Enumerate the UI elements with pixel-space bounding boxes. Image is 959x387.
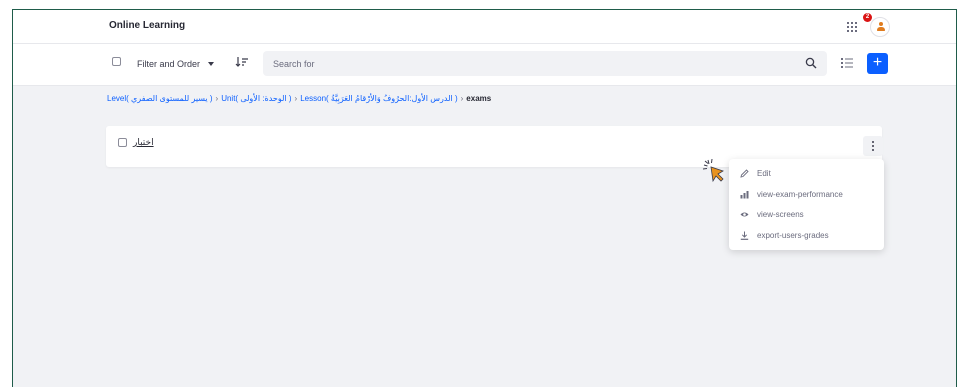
apps-grid-icon[interactable] [847, 22, 857, 32]
menu-item-view-exam-performance[interactable]: view-exam-performance [729, 185, 884, 205]
sort-icon[interactable] [235, 55, 249, 69]
menu-item-label: view-exam-performance [757, 190, 843, 199]
eye-icon [740, 212, 749, 217]
management-toolbar: Filter and Order Search for + [13, 44, 956, 86]
actions-dropdown-menu: Edit view-exam-performance view-screens … [729, 159, 884, 250]
breadcrumb-separator: › [215, 94, 219, 103]
app-title: Online Learning [109, 20, 186, 31]
breadcrumb-item-lesson[interactable]: Lesson( الدرس الأول:الحرُوفُ وَالأرْقامُ… [300, 94, 457, 103]
download-icon [740, 231, 749, 240]
actions-kebab-button[interactable] [863, 136, 883, 156]
list-view-icon[interactable] [841, 57, 853, 69]
breadcrumb-item-unit[interactable]: Unit( الوحدة: الأولى ) [221, 94, 291, 103]
menu-item-label: export-users-grades [757, 231, 829, 240]
caret-down-icon[interactable] [208, 62, 214, 66]
menu-item-export-users-grades[interactable]: export-users-grades [729, 226, 884, 246]
filter-and-order-dropdown[interactable]: Filter and Order [137, 59, 200, 69]
breadcrumb-separator: › [294, 94, 298, 103]
menu-item-edit[interactable]: Edit [729, 164, 884, 184]
notification-badge: 2 [863, 13, 872, 22]
user-avatar[interactable] [870, 17, 890, 37]
chart-icon [740, 191, 749, 199]
menu-item-view-screens[interactable]: view-screens [729, 205, 884, 225]
add-button[interactable]: + [867, 53, 888, 74]
item-title-link[interactable]: اختبار [133, 137, 154, 148]
item-checkbox[interactable] [118, 138, 127, 147]
breadcrumb: Level( يسير للمستوى الصفري ) › Unit( الوحد… [107, 94, 491, 103]
select-all-checkbox[interactable] [112, 57, 121, 66]
pencil-icon [740, 169, 749, 178]
user-icon [877, 22, 885, 32]
search-field[interactable]: Search for [263, 51, 827, 76]
breadcrumb-item-level[interactable]: Level( يسير للمستوى الصفري ) [107, 94, 213, 103]
search-icon[interactable] [805, 57, 817, 69]
top-bar: Online Learning 2 [13, 10, 956, 44]
breadcrumb-separator: › [460, 94, 464, 103]
search-placeholder: Search for [273, 59, 315, 69]
app-frame: Online Learning 2 Filter and Order Searc… [12, 9, 957, 387]
menu-item-label: Edit [757, 169, 771, 178]
click-cursor-icon [702, 158, 724, 183]
menu-item-label: view-screens [757, 210, 804, 219]
breadcrumb-item-current: exams [466, 94, 492, 103]
